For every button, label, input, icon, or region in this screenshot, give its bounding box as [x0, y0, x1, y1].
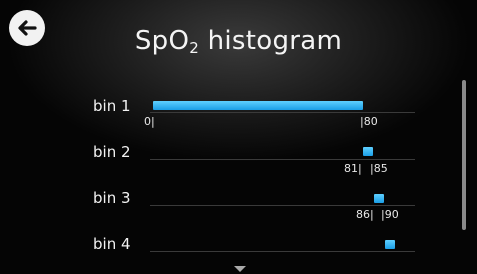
bin-label: bin 1: [93, 97, 131, 115]
bin-row-2: bin 2 81| |85: [0, 143, 477, 189]
bin-range-high: |85: [370, 162, 388, 175]
page-title: SpO2 histogram: [0, 26, 477, 57]
bin-label: bin 3: [93, 189, 131, 207]
bin-range-low: 0|: [144, 115, 155, 128]
bin-bar: [363, 147, 373, 156]
bin-range-high: |90: [381, 208, 399, 221]
bin-row-1: bin 1 0| |80: [0, 97, 477, 143]
bin-range-low: 86|: [356, 208, 374, 221]
bin-range-high: |80: [360, 115, 378, 128]
bin-baseline: [150, 159, 415, 160]
bin-bar: [374, 194, 384, 203]
title-subscript: 2: [189, 39, 200, 57]
bin-baseline: [150, 205, 415, 206]
spo2-histogram-screen: SpO2 histogram bin 1 0| |80 bin 2 81| |8…: [0, 0, 477, 274]
bin-baseline: [150, 112, 415, 113]
bin-bar: [385, 240, 395, 249]
chevron-down-icon[interactable]: [234, 266, 246, 272]
title-prefix: SpO: [134, 26, 190, 56]
scrollbar[interactable]: [462, 80, 466, 230]
bin-bar: [153, 101, 363, 110]
bin-row-3: bin 3 86| |90: [0, 189, 477, 235]
title-suffix: histogram: [199, 26, 343, 56]
bin-baseline: [150, 251, 415, 252]
bin-range-low: 81|: [344, 162, 362, 175]
bin-label: bin 2: [93, 143, 131, 161]
bin-label: bin 4: [93, 235, 131, 253]
